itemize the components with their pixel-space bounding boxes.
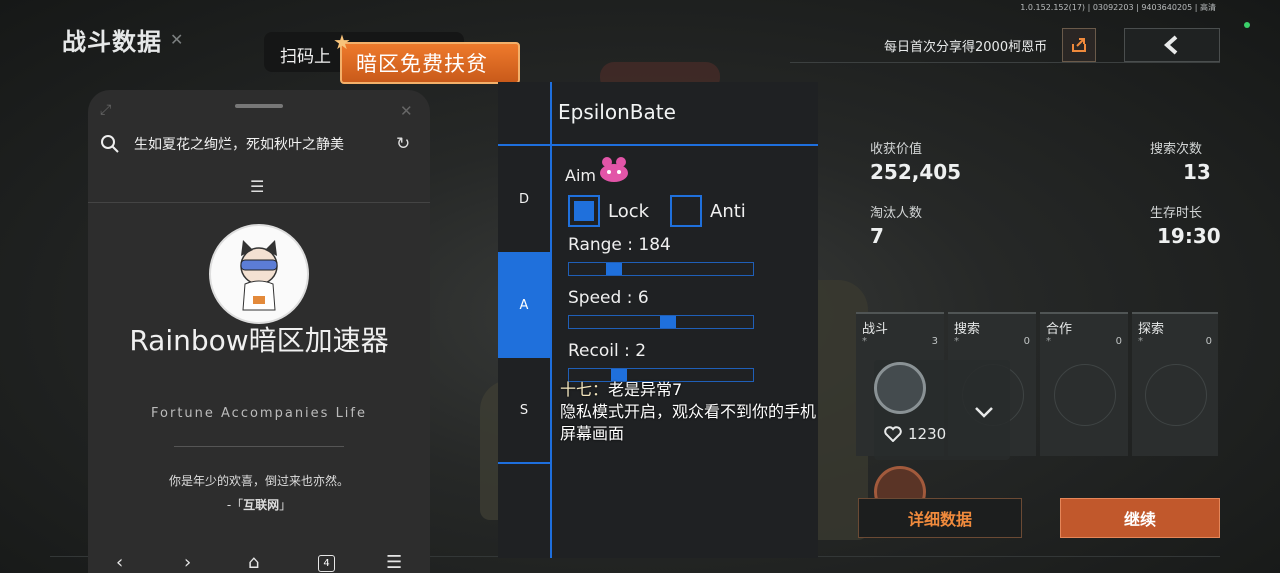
avatar [209,224,309,324]
card-emblem [1145,364,1207,426]
value-label: 收获价值 [870,142,923,157]
star-icon: * [862,336,867,347]
survival-label: 生存时长 [1150,206,1203,221]
card-title: 探索 [1138,322,1165,337]
chevron-down-icon[interactable] [974,404,994,423]
lock-checkbox[interactable] [568,195,600,227]
privacy-notice: 隐私模式开启，观众看不到你的手机 [560,402,817,421]
card-title: 搜索 [954,322,981,337]
close-icon[interactable]: ✕ [400,102,413,120]
drag-handle[interactable] [235,104,283,108]
anti-checkbox[interactable] [670,195,702,227]
bear-emoji-icon [598,154,632,184]
tab-a[interactable]: A [498,252,550,358]
status-dot [1244,22,1250,28]
range-label: Range : 184 [568,235,671,255]
close-x-icon: ✕ [170,30,184,49]
nav-back-icon[interactable]: ‹ [116,552,123,573]
promo-text: 暗区免费扶贫 [356,52,488,76]
player-badge-icon[interactable] [874,362,926,414]
search-count-label: 搜索次数 [1150,142,1203,157]
nav-home-icon[interactable]: ⌂ [248,552,259,573]
speed-slider[interactable] [568,315,754,329]
detail-data-button[interactable]: 详细数据 [858,498,1022,538]
app-subtitle: Fortune Accompanies Life [151,406,367,421]
privacy-notice-cont: 屏幕画面 [560,424,625,443]
scan-toast-text: 扫码上 [280,47,331,67]
quote-source-name: 互联网 [243,498,280,512]
list-menu-icon[interactable]: ☰ [250,177,264,196]
continue-button[interactable]: 继续 [1060,498,1220,538]
live-comment-overlay: 十七：老是异常7 隐私模式开启，观众看不到你的手机 屏幕画面 [560,379,816,445]
star-icon: ★ [333,30,351,54]
quote-source-post: 」 [279,498,292,512]
quote-source: -「互联网」 [88,496,430,513]
version-info: 1.0.152.152(17) | 03092203 | 9403640205 … [1020,3,1216,12]
search-count: 13 [1183,160,1211,184]
nav-forward-icon[interactable]: › [184,552,191,573]
card-num: 0 [1115,336,1122,347]
card-num: 3 [931,336,938,347]
value-amount: 252,405 [870,160,962,184]
comment-text: 老是异常7 [608,380,683,399]
card-emblem [1054,364,1116,426]
card-num: 0 [1205,336,1212,347]
page-title: 战斗数据 [62,28,162,56]
card-title: 战斗 [862,322,889,337]
divider [550,82,552,558]
card-title: 合作 [1046,322,1073,337]
share-icon [1072,38,1086,52]
reload-icon[interactable]: ↻ [396,134,410,154]
aim-label: Aim [565,166,596,185]
eliminated-label: 淘汰人数 [870,206,923,221]
like-count: 1230 [908,425,947,443]
search-input[interactable]: 生如夏花之绚烂，死如秋叶之静美 [134,134,344,154]
mod-menu-panel: EpsilonBate D A S Aim Lock Anti Range : … [498,82,818,558]
card-coop[interactable]: 合作 * 0 [1040,312,1128,456]
nav-menu-icon[interactable]: ☰ [386,552,402,573]
back-button[interactable] [1124,28,1220,62]
share-button[interactable] [1062,28,1096,62]
divider [174,446,344,447]
chevron-left-icon [1163,35,1178,55]
star-icon: * [1138,336,1143,347]
quote-text: 你是年少的欢喜，倒过来也亦然。 [168,474,349,488]
speed-label: Speed : 6 [568,288,649,308]
slider-thumb[interactable] [660,316,676,328]
recoil-label: Recoil : 2 [568,341,647,361]
lock-label: Lock [608,201,650,222]
hud-line [790,62,1220,63]
tabs-count-button[interactable]: 4 [318,555,335,572]
card-num: 0 [1023,336,1030,347]
card-explore[interactable]: 探索 * 0 [1132,312,1218,456]
tab-s[interactable]: S [498,358,550,464]
app-name: Rainbow暗区加速器 [129,324,389,357]
share-reward-text: 每日首次分享得2000柯恩币 [884,40,1048,55]
search-icon[interactable] [100,134,120,158]
comment-line: 十七：老是异常7 [560,379,816,401]
quote-source-pre: -「 [226,498,244,512]
browser-window: ⤢ ✕ 生如夏花之绚烂，死如秋叶之静美 ↻ ☰ Rainbow暗区加速器 For… [88,90,430,573]
star-icon: * [1046,336,1051,347]
range-slider[interactable] [568,262,754,276]
mod-menu-title: EpsilonBate [558,100,676,124]
slider-thumb[interactable] [606,263,622,275]
star-icon: * [954,336,959,347]
anti-label: Anti [710,201,746,222]
commenter-name: 十七： [560,380,609,399]
tab-d[interactable]: D [498,146,550,252]
heart-icon[interactable] [884,426,902,446]
divider [88,202,430,203]
eliminated-count: 7 [870,224,884,248]
survival-time: 19:30 [1157,224,1221,248]
expand-icon[interactable]: ⤢ [100,102,111,118]
